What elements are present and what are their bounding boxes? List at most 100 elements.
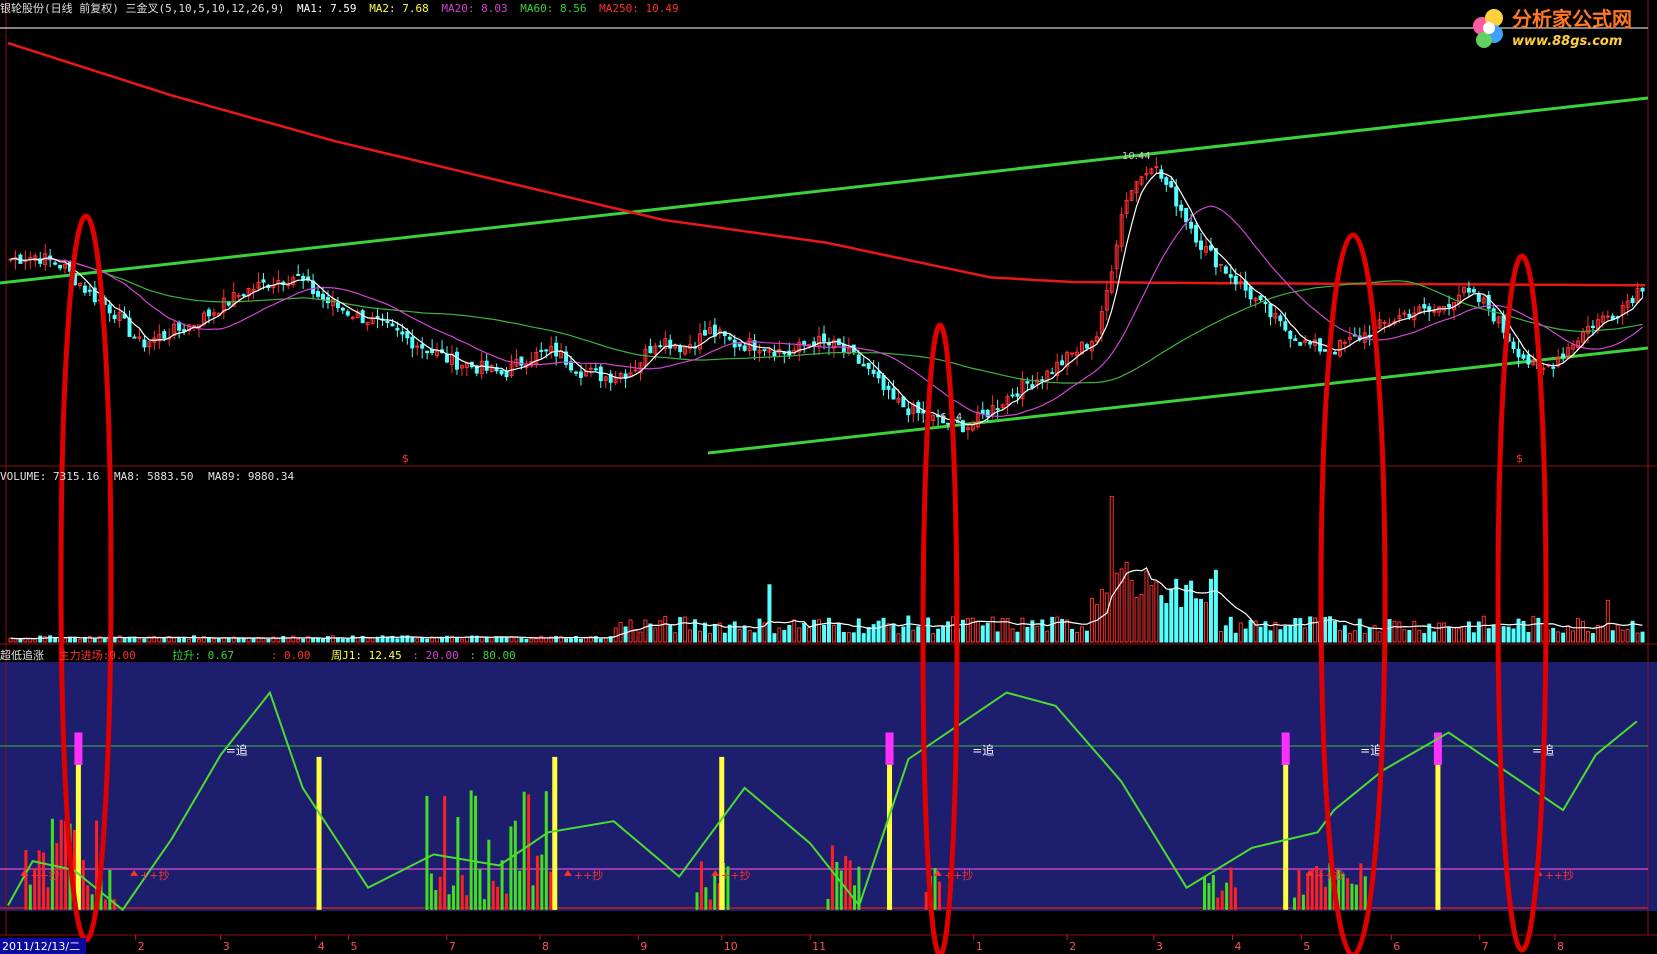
chao-label: ++抄	[721, 868, 750, 882]
candle-body	[737, 343, 742, 347]
volume-bar	[941, 625, 946, 643]
candle-body	[1422, 304, 1427, 309]
indicator-bar	[86, 885, 90, 910]
volume-bar	[1491, 624, 1496, 643]
volume-bar	[1070, 628, 1075, 643]
candle-body	[1189, 221, 1194, 229]
volume-bar	[1293, 618, 1298, 643]
volume-bar	[802, 622, 807, 643]
volume-bar	[1466, 621, 1471, 643]
volume-bar	[1084, 630, 1089, 643]
signal-bar	[552, 756, 558, 910]
volume-bar	[876, 620, 881, 643]
volume-bar	[702, 622, 707, 643]
candle-body	[340, 307, 345, 311]
volume-bar	[1233, 632, 1238, 643]
candle-body	[772, 351, 777, 357]
volume-bar	[782, 630, 787, 643]
volume-bar	[142, 638, 147, 643]
indicator-bar	[46, 887, 50, 910]
vol-ma89-value: MA89: 9880.34	[208, 470, 294, 483]
date-axis-background	[0, 911, 1657, 935]
volume-bar	[162, 637, 167, 643]
candle-body	[1174, 186, 1179, 207]
volume-bar	[722, 632, 727, 643]
candle-body	[1263, 301, 1268, 305]
indicator-bar	[447, 894, 451, 910]
candle-body	[1208, 245, 1213, 251]
volume-bar	[177, 637, 182, 643]
indicator-panel-background	[0, 662, 1657, 912]
candle-body	[410, 336, 415, 349]
indicator-bar	[103, 899, 107, 910]
zhuli-value: 主力进场:0.00	[59, 648, 136, 662]
volume-bar	[822, 624, 827, 643]
indicator-bar	[713, 873, 717, 910]
month-label: 9	[640, 940, 647, 953]
volume-bar	[1511, 628, 1516, 643]
candle-body	[822, 333, 827, 342]
stock-chart: 10.44 6.14 $ $ =追 =追 =追 =追 ++抄 ++抄 ++抄 ++抄 ++抄 +…	[0, 0, 1657, 954]
volume-bar	[1169, 588, 1174, 643]
candle-body	[311, 280, 316, 295]
candle-body	[1159, 169, 1164, 179]
month-label: 2	[1069, 940, 1076, 953]
month-label: 5	[1303, 940, 1310, 953]
volume-bar	[851, 632, 856, 643]
volume-bar	[311, 637, 316, 643]
candle-body	[871, 369, 876, 374]
volume-bar	[340, 638, 345, 643]
indicator-bar	[90, 894, 94, 910]
volume-bar	[787, 624, 792, 643]
zhouj1-value: 周J1: 12.45	[331, 649, 402, 662]
indicator-bar	[456, 817, 460, 910]
candle-body	[856, 354, 861, 364]
candle-body	[1332, 351, 1337, 355]
indicator-bar	[1229, 867, 1233, 910]
candle-body	[261, 279, 266, 283]
ma20-value: MA20: 8.03	[441, 2, 507, 15]
indicator-bar	[844, 855, 848, 910]
volume-bar	[92, 638, 97, 643]
level80-value: : 80.00	[469, 649, 515, 662]
candle-body	[881, 375, 886, 390]
candle-body	[866, 362, 871, 369]
indicator-bar	[108, 869, 112, 910]
volume-bar	[856, 618, 861, 643]
indicator-bar	[535, 855, 539, 910]
indicator-bar	[469, 790, 473, 910]
volume-bar	[454, 637, 459, 643]
volume-bar	[906, 615, 911, 643]
volume-bar	[335, 637, 340, 643]
price-header: 银轮股份(日线 前复权) 三金叉(5,10,5,10,12,26,9) MA1:…	[0, 1, 679, 15]
volume-bar	[841, 631, 846, 643]
candle-body	[236, 294, 241, 297]
candle-body	[87, 289, 92, 292]
volume-bar	[1015, 631, 1020, 643]
volume-bar	[1184, 584, 1189, 643]
volume-bar	[995, 631, 1000, 643]
volume-bar	[395, 638, 400, 643]
dollar-marker-1: $	[402, 452, 409, 465]
chao-label: ++抄	[30, 868, 59, 882]
month-label: 6	[1393, 940, 1400, 953]
indicator-bar	[830, 845, 834, 910]
indicator-bar	[540, 854, 544, 910]
candle-body	[946, 422, 951, 425]
indicator-bar	[438, 876, 442, 910]
volume-bar	[1248, 619, 1253, 643]
candle-body	[1060, 360, 1065, 366]
volume-bar	[345, 638, 350, 643]
volume-bar	[281, 636, 286, 643]
month-label: 4	[318, 940, 325, 953]
candle-body	[1169, 181, 1174, 188]
candle-body	[1084, 344, 1089, 349]
candle-body	[390, 323, 395, 327]
volume-bar	[420, 637, 425, 643]
volume-bar	[1194, 598, 1199, 643]
chao-label: ++抄	[1545, 868, 1574, 882]
watermark-brand: 分析家公式网	[1512, 7, 1632, 31]
indicator-bar	[460, 875, 464, 910]
volume-bar	[985, 622, 990, 643]
indicator-bar	[451, 885, 455, 910]
